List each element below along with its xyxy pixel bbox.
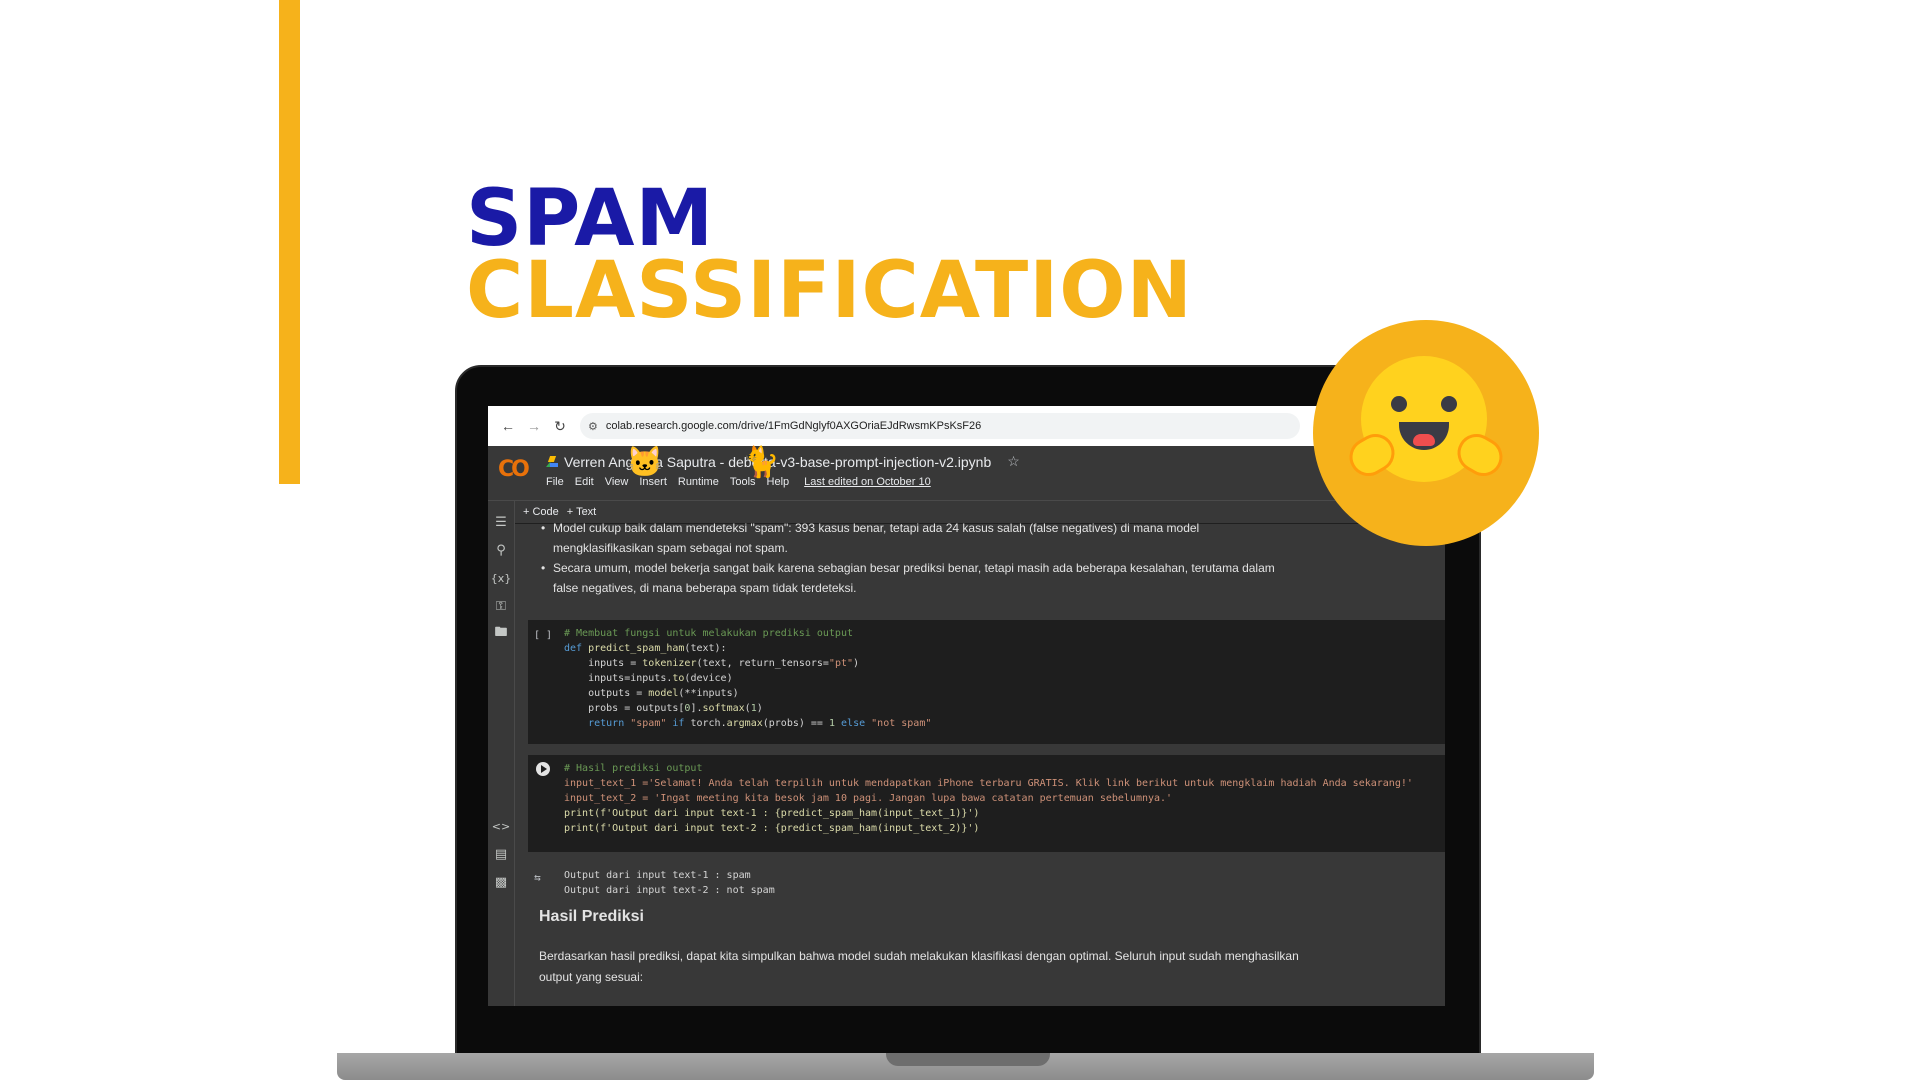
search-icon[interactable]: ⚲ [492, 541, 510, 559]
hugging-face-eye [1441, 396, 1457, 412]
secrets-key-icon[interactable]: ⚿ [492, 597, 510, 615]
browser-toolbar: ← → ↻ ⚙ colab.research.google.com/drive/… [488, 406, 1445, 446]
markdown-cell-summary[interactable]: Model cukup baik dalam mendeteksi "spam"… [539, 518, 1333, 598]
code-line: # Membuat fungsi untuk melakukan prediks… [564, 628, 853, 639]
laptop-notch [886, 1053, 1050, 1066]
star-icon[interactable]: ☆ [1007, 453, 1020, 470]
menu-view[interactable]: View [605, 476, 629, 488]
cell-execution-brackets[interactable]: [ ] [534, 628, 552, 643]
code-editor-2[interactable]: # Hasil prediksi output input_text_1 ='S… [564, 761, 1413, 836]
forward-arrow-icon[interactable]: → [522, 414, 546, 438]
run-cell-button[interactable] [536, 762, 550, 776]
reload-icon[interactable]: ↻ [548, 414, 572, 438]
code-cell-2[interactable]: # Hasil prediksi output input_text_1 ='S… [528, 755, 1445, 852]
bullet-text-3: Secara umum, model bekerja sangat baik k… [553, 561, 1275, 575]
menu-edit[interactable]: Edit [575, 476, 594, 488]
hugging-face-logo [1313, 320, 1539, 546]
output-toggle-icon[interactable]: ⇆ [534, 870, 541, 885]
notebook-title-row: Verren Angelina Saputra - deberta-v3-bas… [546, 453, 1020, 470]
code-line: def predict_spam_ham(text): [564, 643, 727, 654]
code-line: inputs = tokenizer(text, return_tensors=… [564, 658, 860, 669]
hugging-face-eye [1391, 396, 1407, 412]
add-code-button[interactable]: + Code [523, 506, 559, 518]
list-item: Model cukup baik dalam mendeteksi "spam"… [539, 518, 1333, 538]
slide-title-line2: CLASSIFICATION [466, 246, 1193, 336]
code-editor-1[interactable]: # Membuat fungsi untuk melakukan prediks… [564, 626, 931, 731]
code-line: print(f'Output dari input text-1 : {pred… [564, 808, 980, 819]
code-line: # Hasil prediksi output [564, 763, 703, 774]
output-line: Output dari input text-1 : spam [564, 870, 751, 881]
white-cat-sticker: 🐈 [742, 446, 780, 479]
code-line: print(f'Output dari input text-2 : {pred… [564, 823, 980, 834]
bullet-text-2: mengklasifikasikan spam sebagai not spam… [553, 541, 788, 555]
code-line: return "spam" if torch.argmax(probs) == … [588, 718, 932, 729]
bullet-text-1: Model cukup baik dalam mendeteksi "spam"… [553, 521, 1200, 535]
colab-logo-text: CO [498, 457, 530, 482]
command-palette-icon[interactable]: ▤ [492, 845, 510, 863]
terminal-icon[interactable]: ▩ [492, 873, 510, 891]
code-cell-1[interactable]: [ ] # Membuat fungsi untuk melakukan pre… [528, 620, 1445, 744]
code-line: probs = outputs[0].softmax(1) [564, 703, 763, 714]
section-heading: Hasil Prediksi [539, 908, 644, 925]
code-line: input_text_2 = 'Ingat meeting kita besok… [564, 793, 1173, 804]
site-settings-icon[interactable]: ⚙ [588, 420, 598, 433]
laptop-screen: ← → ↻ ⚙ colab.research.google.com/drive/… [488, 406, 1445, 1006]
list-item: Secara umum, model bekerja sangat baik k… [539, 558, 1333, 578]
accent-bar [279, 0, 300, 484]
menu-file[interactable]: File [546, 476, 564, 488]
paragraph-line: Berdasarkan hasil prediksi, dapat kita s… [539, 949, 1299, 963]
files-folder-icon[interactable]: 🖿 [492, 625, 510, 643]
back-arrow-icon[interactable]: ← [496, 414, 520, 438]
output-line: Output dari input text-2 : not spam [564, 885, 775, 896]
last-edited-link[interactable]: Last edited on October 10 [804, 476, 931, 488]
hugging-face-mouth [1399, 422, 1449, 450]
markdown-paragraph[interactable]: Berdasarkan hasil prediksi, dapat kita s… [539, 946, 1359, 988]
address-bar[interactable]: ⚙ colab.research.google.com/drive/1FmGdN… [580, 413, 1300, 439]
code-line: outputs = model(**inputs) [564, 688, 739, 699]
variables-icon[interactable]: {x} [491, 569, 512, 587]
list-item: false negatives, di mana beberapa spam t… [539, 578, 1333, 598]
list-item: mengklasifikasikan spam sebagai not spam… [539, 538, 1333, 558]
cell-output: ⇆ Output dari input text-1 : spam Output… [528, 868, 775, 898]
colab-header: CO Verren Angelina Saputra - deberta-v3-… [488, 446, 1445, 501]
code-snippets-icon[interactable]: <> [492, 817, 510, 835]
google-drive-icon [546, 456, 558, 467]
bullet-text-4: false negatives, di mana beberapa spam t… [553, 581, 857, 595]
code-line: inputs=inputs.to(device) [564, 673, 733, 684]
menu-runtime[interactable]: Runtime [678, 476, 719, 488]
table-of-contents-icon[interactable]: ☰ [492, 513, 510, 531]
colab-logo[interactable]: CO [498, 457, 530, 482]
code-line: input_text_1 ='Selamat! Anda telah terpi… [564, 778, 1413, 789]
url-text: colab.research.google.com/drive/1FmGdNgl… [605, 420, 982, 432]
notebook-content: Model cukup baik dalam mendeteksi "spam"… [515, 518, 1445, 1006]
paragraph-line: output yang sesuai: [539, 970, 644, 984]
colab-sidebar: ☰ ⚲ {x} ⚿ 🖿 <> ▤ ▩ [488, 501, 515, 1006]
add-text-button[interactable]: + Text [567, 506, 596, 518]
orange-cat-sticker: 🐱 [626, 446, 664, 479]
